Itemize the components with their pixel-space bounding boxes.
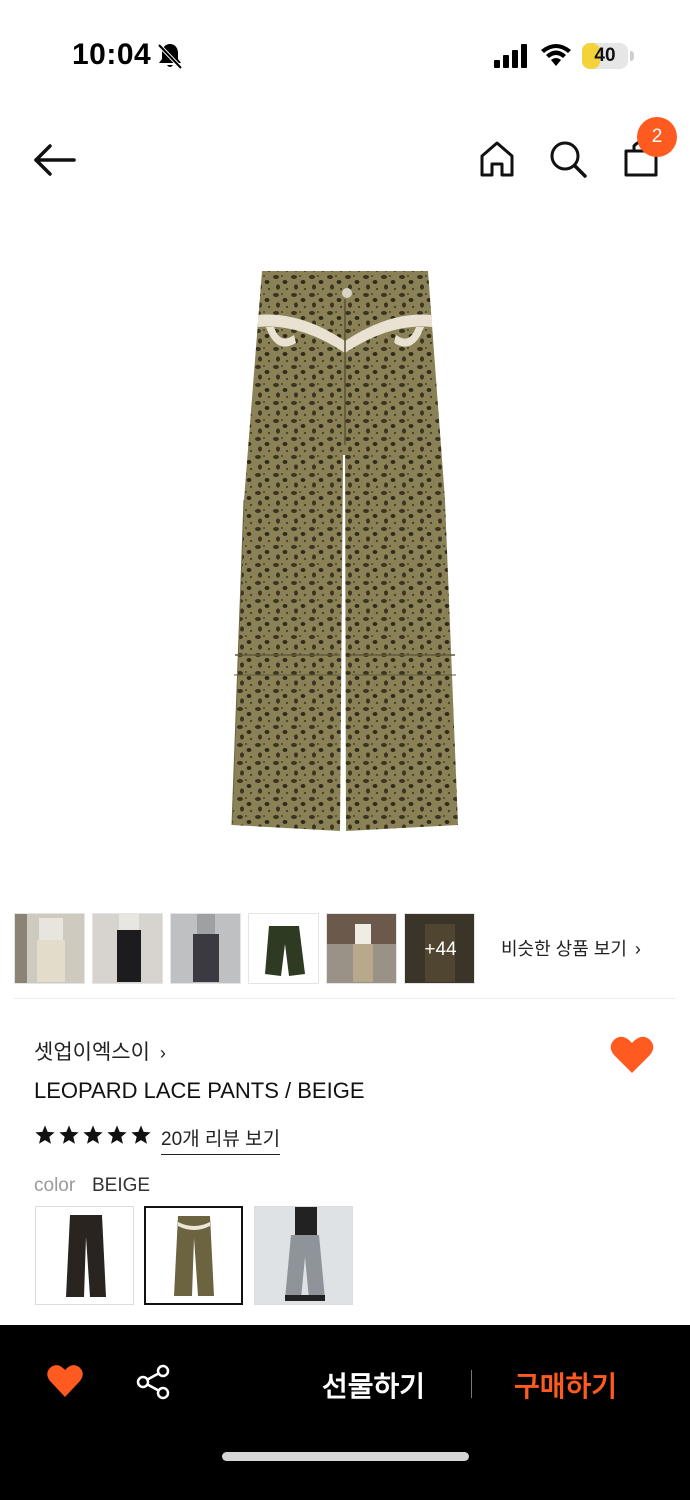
color-label: color <box>34 1175 76 1196</box>
star-icon <box>131 1125 151 1144</box>
color-value: BEIGE <box>92 1175 151 1196</box>
home-icon[interactable] <box>474 136 520 182</box>
gift-button[interactable]: 선물하기 <box>322 1365 425 1405</box>
bottom-action-bar: 선물하기 구매하기 <box>0 1325 690 1500</box>
bell-slash-icon <box>157 43 183 70</box>
battery-tip <box>630 51 634 61</box>
signal-icon <box>494 44 527 68</box>
thumbnail-1[interactable] <box>14 913 85 984</box>
chevron-right-icon: › <box>159 1043 166 1063</box>
home-indicator <box>222 1452 469 1461</box>
wifi-icon <box>541 44 571 66</box>
star-icon <box>59 1125 79 1144</box>
cart-count-badge: 2 <box>637 117 677 157</box>
divider <box>471 1370 472 1398</box>
product-title: LEOPARD LACE PANTS / BEIGE <box>34 1078 365 1103</box>
thumbnail-3[interactable] <box>170 913 241 984</box>
thumbnail-strip: +44 비슷한 상품 보기 › <box>14 913 690 985</box>
star-icon <box>107 1125 127 1144</box>
brand-link[interactable]: 셋업이엑스이 › <box>34 1036 166 1066</box>
status-time: 10:04 <box>72 38 152 71</box>
similar-products-label: 비슷한 상품 보기 <box>501 939 627 959</box>
divider <box>14 998 676 999</box>
star-icon <box>35 1125 55 1144</box>
product-main-image[interactable] <box>200 255 490 855</box>
wishlist-heart-icon[interactable] <box>609 1035 655 1075</box>
back-arrow-icon[interactable] <box>26 136 82 184</box>
battery-icon: 40 <box>582 43 628 69</box>
heart-icon[interactable] <box>46 1363 84 1399</box>
status-bar: 10:04 40 <box>0 0 690 110</box>
chevron-right-icon: › <box>634 939 641 959</box>
rating-stars <box>34 1124 152 1150</box>
thumbnail-5[interactable] <box>326 913 397 984</box>
color-option-print[interactable] <box>254 1206 353 1305</box>
thumbnail-2[interactable] <box>92 913 163 984</box>
share-icon[interactable] <box>134 1363 172 1401</box>
brand-name: 셋업이엑스이 <box>34 1041 150 1064</box>
color-option-beige[interactable] <box>144 1206 243 1305</box>
more-images-count: +44 <box>405 914 474 983</box>
thumbnail-6-more[interactable]: +44 <box>404 913 475 984</box>
buy-button[interactable]: 구매하기 <box>514 1365 617 1405</box>
top-nav <box>0 110 690 210</box>
reviews-link[interactable]: 20개 리뷰 보기 <box>161 1124 281 1155</box>
battery-percent: 40 <box>594 45 616 66</box>
thumbnail-4[interactable] <box>248 913 319 984</box>
search-icon[interactable] <box>545 136 591 182</box>
similar-products-link[interactable]: 비슷한 상품 보기 › <box>501 935 641 961</box>
star-icon <box>83 1125 103 1144</box>
color-option-black[interactable] <box>35 1206 134 1305</box>
